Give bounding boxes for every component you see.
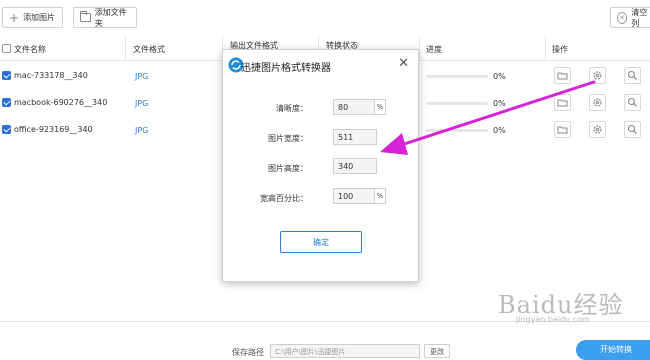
- baidu-watermark-url: jingyan.baidu.com: [516, 315, 590, 324]
